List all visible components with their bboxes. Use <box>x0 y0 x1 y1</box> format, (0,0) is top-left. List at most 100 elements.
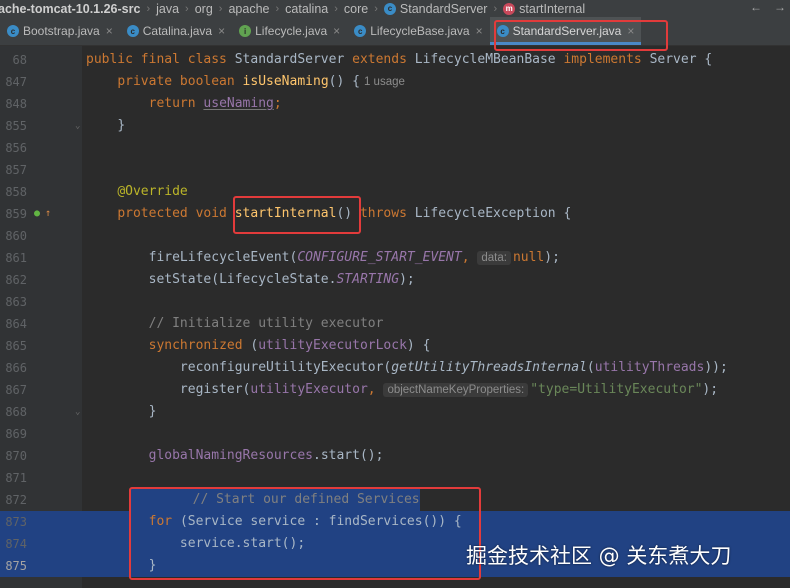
code-token: globalNamingResources <box>148 448 313 463</box>
code-token: STARTING <box>336 272 400 287</box>
close-icon[interactable]: × <box>476 24 483 38</box>
code-line[interactable]: 855 ⌄ } <box>0 115 790 137</box>
tab-catalina[interactable]: c Catalina.java × <box>120 17 232 45</box>
code-token: ); <box>399 272 415 287</box>
line-number: 874 <box>5 537 27 551</box>
fold-icon[interactable]: ⌄ <box>75 401 80 423</box>
usage-hint[interactable]: 1 usage <box>364 76 405 88</box>
class-icon: c <box>126 25 139 37</box>
code-line[interactable]: 857 <box>0 159 790 181</box>
code-token: throws <box>359 206 415 221</box>
editor-tabs: c Bootstrap.java × c Catalina.java × i Lifecy… <box>0 17 790 46</box>
method-icon: m <box>503 2 516 15</box>
code-token: Server { <box>649 52 713 67</box>
breadcrumb-item-standardserver[interactable]: c StandardServer <box>383 1 488 16</box>
breadcrumb-label: org <box>194 1 213 16</box>
code-line[interactable]: 866 reconfigureUtilityExecutor(getUtilit… <box>0 357 790 379</box>
code-line[interactable]: 847 private boolean isUseNaming() {1 usa… <box>0 71 790 93</box>
code-token: register( <box>179 382 251 397</box>
code-token: LifecycleException { <box>414 206 572 221</box>
code-line[interactable]: 863 <box>0 291 790 313</box>
code-token: ) { <box>406 338 431 353</box>
tab-label: Bootstrap.java <box>23 24 100 38</box>
parameter-hint: data: <box>477 251 511 265</box>
back-arrow-icon[interactable]: ← <box>750 0 762 14</box>
line-number: 860 <box>5 229 27 243</box>
code-token: extends <box>352 52 415 67</box>
line-number: 868 <box>5 405 27 419</box>
code-line[interactable]: 858 @Override <box>0 181 790 203</box>
code-token: private boolean <box>117 74 243 89</box>
code-token: utilityExecutorLock <box>258 338 407 353</box>
breadcrumb-label: java <box>156 1 180 16</box>
code-line[interactable]: 869 <box>0 423 790 445</box>
code-line[interactable]: 870 globalNamingResources.start(); <box>0 445 790 467</box>
highlight-box-start-internal <box>233 196 361 234</box>
tab-lifecyclebase[interactable]: c LifecycleBase.java × <box>347 17 489 45</box>
code-line[interactable]: 848 return useNaming; <box>0 93 790 115</box>
close-icon[interactable]: × <box>333 24 340 38</box>
line-number: 857 <box>5 163 27 177</box>
breadcrumb: ache-tomcat-10.1.26-src › java › org › a… <box>0 0 790 17</box>
code-line[interactable]: 864 // Initialize utility executor <box>0 313 790 335</box>
code-token: utilityThreads <box>594 360 705 375</box>
code-token: () { <box>328 74 360 89</box>
breadcrumb-label: startInternal <box>519 1 586 16</box>
code-token: .start(); <box>313 448 384 463</box>
code-token: implements <box>563 52 650 67</box>
chevron-right-icon: › <box>493 2 498 15</box>
line-number: 856 <box>5 141 27 155</box>
line-number: 867 <box>5 383 27 397</box>
navigation-arrows: ← → <box>750 0 786 14</box>
breadcrumb-label: StandardServer <box>399 1 488 16</box>
breadcrumb-item-java[interactable]: java <box>156 2 179 16</box>
code-token: protected void <box>117 206 235 221</box>
code-line[interactable]: 856 <box>0 137 790 159</box>
tab-label: LifecycleBase.java <box>370 24 470 38</box>
code-line[interactable]: 68 public final class StandardServer ext… <box>0 49 790 71</box>
code-token: null <box>512 250 545 265</box>
code-line[interactable]: 861 fireLifecycleEvent(CONFIGURE_START_E… <box>0 247 790 269</box>
breadcrumb-item-org[interactable]: org <box>195 2 213 16</box>
code-token: )); <box>704 360 728 375</box>
code-token: return <box>148 96 204 111</box>
code-token: synchronized <box>148 338 251 353</box>
line-number: 871 <box>5 471 27 485</box>
code-token: useNaming <box>203 96 274 111</box>
fold-icon[interactable]: ⌄ <box>75 115 80 137</box>
code-line[interactable]: 871 <box>0 467 790 489</box>
close-icon[interactable]: × <box>218 24 225 38</box>
line-number: 864 <box>5 317 27 331</box>
tab-label: Lifecycle.java <box>255 24 328 38</box>
code-line[interactable]: 860 <box>0 225 790 247</box>
code-token: ); <box>702 382 719 397</box>
line-number: 873 <box>5 515 27 529</box>
code-string: "type=UtilityExecutor" <box>530 382 703 397</box>
code-line[interactable]: 862 setState(LifecycleState.STARTING); <box>0 269 790 291</box>
override-gutter-icon[interactable]: ● <box>34 203 40 225</box>
line-number: 870 <box>5 449 27 463</box>
tab-lifecycle[interactable]: i Lifecycle.java × <box>232 17 347 45</box>
close-icon[interactable]: × <box>106 24 113 38</box>
code-line[interactable]: 859 ● ↑ protected void startInternal() t… <box>0 203 790 225</box>
interface-icon: i <box>239 25 252 37</box>
code-token: public final class <box>86 52 235 67</box>
tab-bootstrap[interactable]: c Bootstrap.java × <box>0 17 120 45</box>
code-line[interactable]: 868 ⌄ } <box>0 401 790 423</box>
breadcrumb-item-startinternal[interactable]: m startInternal <box>503 2 585 16</box>
code-token: @Override <box>117 184 188 199</box>
code-line[interactable]: 865 synchronized (utilityExecutorLock) { <box>0 335 790 357</box>
code-editor[interactable]: 68 public final class StandardServer ext… <box>0 46 790 588</box>
forward-arrow-icon[interactable]: → <box>774 0 786 14</box>
code-token: ( <box>586 360 595 375</box>
breadcrumb-item-catalina[interactable]: catalina <box>285 2 328 16</box>
breadcrumb-item-apache[interactable]: apache <box>228 2 269 16</box>
code-line[interactable]: 867 register(utilityExecutor, objectName… <box>0 379 790 401</box>
line-number: 858 <box>5 185 27 199</box>
breadcrumb-item-project[interactable]: ache-tomcat-10.1.26-src <box>0 2 140 16</box>
override-arrow-icon[interactable]: ↑ <box>45 203 51 225</box>
parameter-hint: objectNameKeyProperties: <box>383 383 529 397</box>
chevron-right-icon: › <box>334 2 338 15</box>
line-number: 847 <box>5 75 27 89</box>
breadcrumb-item-core[interactable]: core <box>344 2 368 16</box>
